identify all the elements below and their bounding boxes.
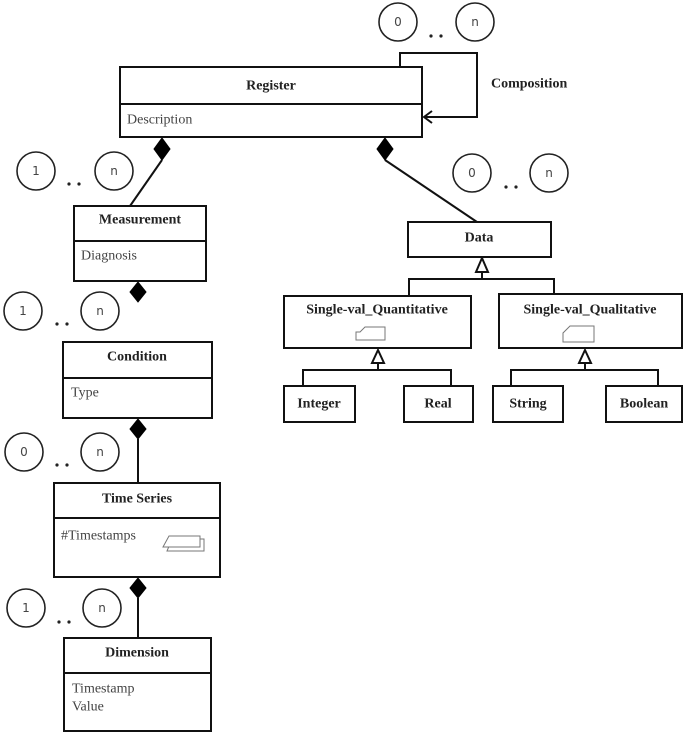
multiplicity-min: 1 <box>19 304 27 318</box>
class-title: Dimension <box>105 646 169 661</box>
multiplicity-max: n <box>471 15 479 29</box>
stacked-records-icon <box>162 535 205 552</box>
hollow-triangle-icon <box>370 347 386 364</box>
multiplicity-min: 1 <box>22 601 30 615</box>
multiplicity-max: n <box>98 601 106 615</box>
composition-measurement-condition <box>129 281 147 303</box>
class-attribute: Diagnosis <box>81 249 137 264</box>
connector-line <box>302 369 452 386</box>
hollow-triangle-icon <box>474 255 490 273</box>
document-corner-icon <box>562 325 595 343</box>
multiplicity-composition-self: 0 n <box>378 2 495 42</box>
multiplicity-register-data: 0 n <box>452 153 569 193</box>
class-title: Measurement <box>99 213 181 228</box>
class-attribute: Type <box>71 386 99 401</box>
class-title: Single-val_Quantitative <box>306 303 448 318</box>
generalization-quantitative <box>302 347 452 386</box>
class-title: Boolean <box>620 397 668 412</box>
class-data[interactable]: Data <box>407 221 552 258</box>
uml-class-diagram: Register Description Measurement Diagnos… <box>3 2 683 732</box>
class-title: Data <box>465 231 494 246</box>
multiplicity-min: 0 <box>468 166 476 180</box>
multiplicity-register-measurement: 1 n <box>16 151 134 191</box>
class-string[interactable]: String <box>492 385 564 423</box>
multiplicity-timeseries-dimension: 1 n <box>6 588 122 628</box>
composition-register-measurement <box>129 137 171 207</box>
filled-diamond-icon <box>376 137 394 161</box>
composition-condition-timeseries <box>129 418 147 483</box>
multiplicity-max: n <box>96 304 104 318</box>
multiplicity-max: n <box>96 445 104 459</box>
multiplicity-min: 1 <box>32 164 40 178</box>
generalization-qualitative <box>510 347 659 386</box>
composition-timeseries-dimension <box>129 577 147 638</box>
class-single-val-quantitative[interactable]: Single-val_Quantitative <box>283 295 472 349</box>
class-attribute: Value <box>72 700 104 715</box>
class-single-val-qualitative[interactable]: Single-val_Qualitative <box>498 293 683 349</box>
connector-line <box>510 369 659 386</box>
class-dimension[interactable]: Dimension Timestamp Value <box>63 637 212 732</box>
class-time-series[interactable]: Time Series #Timestamps <box>53 482 221 578</box>
multiplicity-max: n <box>545 166 553 180</box>
connector-line <box>129 159 163 207</box>
multiplicity-min: 0 <box>394 15 402 29</box>
class-title: Single-val_Qualitative <box>524 303 657 318</box>
class-title: Real <box>424 397 451 412</box>
multiplicity-condition-timeseries: 0 n <box>4 432 120 472</box>
class-integer[interactable]: Integer <box>283 385 356 423</box>
class-measurement[interactable]: Measurement Diagnosis <box>73 205 207 282</box>
filled-diamond-icon <box>129 418 147 440</box>
class-boolean[interactable]: Boolean <box>605 385 683 423</box>
class-title: Time Series <box>102 492 173 507</box>
multiplicity-min: 0 <box>20 445 28 459</box>
class-attribute: Timestamp <box>72 682 135 697</box>
hollow-triangle-icon <box>577 347 593 364</box>
generalization-data <box>408 255 555 296</box>
multiplicity-measurement-condition: 1 n <box>3 291 120 331</box>
filled-diamond-icon <box>129 577 147 599</box>
class-register[interactable]: Register Description <box>119 66 423 138</box>
multiplicity-max: n <box>110 164 118 178</box>
class-title: Condition <box>107 350 167 365</box>
class-real[interactable]: Real <box>403 385 474 423</box>
class-title: Register <box>246 79 296 94</box>
class-attribute: Description <box>127 113 192 128</box>
filled-diamond-icon <box>129 281 147 303</box>
class-attribute: #Timestamps <box>61 529 136 544</box>
class-condition[interactable]: Condition Type <box>62 341 213 419</box>
class-title: Integer <box>297 397 341 412</box>
filled-diamond-icon <box>153 137 171 161</box>
class-title: String <box>509 397 546 412</box>
composition-label: Composition <box>491 77 567 92</box>
